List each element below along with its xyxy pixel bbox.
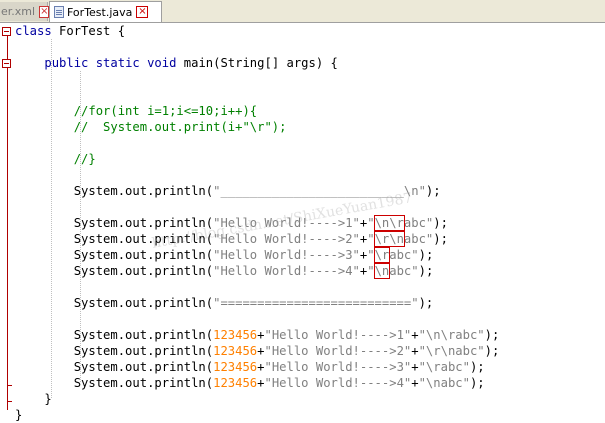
code-token: System.out.println( bbox=[15, 328, 214, 342]
code-token: // System.out.print(i+"\r"); bbox=[15, 120, 287, 134]
code-line[interactable]: System.out.println(123456+"Hello World!-… bbox=[15, 327, 500, 343]
code-token: ); bbox=[418, 296, 434, 310]
fold-collapse-icon[interactable] bbox=[2, 59, 11, 68]
highlighted-escape: \n\r bbox=[373, 215, 405, 231]
fold-end-marker bbox=[7, 385, 12, 386]
code-token: "Hello World!---->3" bbox=[213, 248, 360, 262]
code-line[interactable]: System.out.println(123456+"Hello World!-… bbox=[15, 375, 485, 391]
highlighted-escape: \r bbox=[373, 247, 391, 263]
code-token: ForTest { bbox=[51, 24, 126, 38]
code-token: ); bbox=[425, 184, 441, 198]
code-line[interactable]: System.out.println("Hello World!---->4"+… bbox=[15, 263, 433, 279]
close-icon[interactable]: × bbox=[39, 5, 50, 18]
code-line[interactable]: //} bbox=[15, 151, 96, 167]
code-line[interactable]: System.out.println("Hello World!---->3"+… bbox=[15, 247, 433, 263]
code-token: "_________________________\n" bbox=[213, 184, 426, 198]
code-token: "Hello World!---->2" bbox=[213, 232, 360, 246]
code-token: System.out.println( bbox=[15, 360, 214, 374]
code-token: " bbox=[367, 232, 375, 246]
code-token: } bbox=[15, 408, 23, 422]
code-token: + bbox=[257, 360, 265, 374]
code-token: main(String[] args) { bbox=[176, 56, 338, 70]
code-token: + bbox=[411, 344, 419, 358]
code-token: abc" bbox=[389, 248, 419, 262]
code-token: ); bbox=[469, 376, 485, 390]
code-token: abc" bbox=[389, 264, 419, 278]
code-token: 123456 bbox=[213, 376, 258, 390]
code-token: //for(int i=1;i<=10;i++){ bbox=[15, 104, 258, 118]
code-token: "\r\nabc" bbox=[418, 344, 485, 358]
code-line[interactable]: //for(int i=1;i<=10;i++){ bbox=[15, 103, 257, 119]
code-token: class bbox=[15, 24, 52, 38]
code-token: + bbox=[411, 376, 419, 390]
code-token: + bbox=[257, 328, 265, 342]
highlighted-escape: \r\n bbox=[373, 231, 405, 247]
code-token: ); bbox=[433, 232, 448, 246]
code-token: System.out.println( bbox=[15, 344, 214, 358]
code-token: "Hello World!---->3" bbox=[264, 360, 412, 374]
file-icon bbox=[54, 6, 64, 18]
code-token: System.out.println( bbox=[15, 216, 214, 230]
tab-label: ForTest.java bbox=[67, 5, 133, 19]
code-line[interactable]: // System.out.print(i+"\r"); bbox=[15, 119, 287, 135]
code-token: abc" bbox=[403, 232, 434, 246]
code-token: ); bbox=[469, 360, 485, 374]
tab-label: er.xml bbox=[1, 5, 36, 18]
fold-margin bbox=[0, 23, 14, 412]
code-line[interactable]: } bbox=[15, 391, 52, 407]
code-token: " bbox=[367, 248, 375, 262]
code-line[interactable]: } bbox=[15, 407, 22, 423]
code-line[interactable]: System.out.println("====================… bbox=[15, 295, 434, 311]
tab-bar: er.xml × ForTest.java × bbox=[0, 0, 605, 23]
code-token: + bbox=[411, 328, 419, 342]
code-token: ); bbox=[418, 264, 434, 278]
code-token: + bbox=[257, 376, 265, 390]
code-token: ); bbox=[484, 328, 500, 342]
fold-line bbox=[7, 33, 8, 410]
code-line[interactable]: System.out.println("____________________… bbox=[15, 183, 441, 199]
code-token: "\rabc" bbox=[418, 360, 470, 374]
code-token: ); bbox=[433, 216, 448, 230]
code-token: "Hello World!---->4" bbox=[213, 264, 360, 278]
tab-er-xml[interactable]: er.xml × bbox=[0, 2, 50, 21]
code-token: + bbox=[257, 344, 265, 358]
code-line[interactable]: System.out.println("Hello World!---->1"+… bbox=[15, 215, 448, 231]
code-token: "Hello World!---->4" bbox=[264, 376, 412, 390]
code-token: "==========================" bbox=[213, 296, 419, 310]
code-token: System.out.println( bbox=[15, 232, 214, 246]
code-token: " bbox=[367, 264, 375, 278]
tab-fortest-java[interactable]: ForTest.java × bbox=[49, 1, 162, 22]
code-token: public static void bbox=[44, 56, 177, 70]
code-token: System.out.println( bbox=[15, 296, 214, 310]
code-token: 123456 bbox=[213, 344, 258, 358]
code-token: + bbox=[411, 360, 419, 374]
highlighted-escape: \n bbox=[373, 263, 391, 279]
code-token: ); bbox=[418, 248, 434, 262]
fold-end-marker bbox=[7, 401, 12, 402]
code-token: "\n\rabc" bbox=[418, 328, 485, 342]
code-token: "\nabc" bbox=[418, 376, 470, 390]
code-token: "Hello World!---->1" bbox=[264, 328, 412, 342]
fold-collapse-icon[interactable] bbox=[2, 27, 11, 36]
code-token: abc" bbox=[403, 216, 434, 230]
code-token: " bbox=[367, 216, 375, 230]
code-line[interactable]: class ForTest { bbox=[15, 23, 125, 39]
code-token: ); bbox=[484, 344, 500, 358]
code-line[interactable]: System.out.println(123456+"Hello World!-… bbox=[15, 343, 500, 359]
code-token: "Hello World!---->2" bbox=[264, 344, 412, 358]
code-token: System.out.println( bbox=[15, 184, 214, 198]
code-token: System.out.println( bbox=[15, 248, 214, 262]
close-icon[interactable]: × bbox=[136, 6, 149, 18]
code-line[interactable]: System.out.println("Hello World!---->2"+… bbox=[15, 231, 448, 247]
code-token: //} bbox=[15, 152, 96, 166]
code-line[interactable]: System.out.println(123456+"Hello World!-… bbox=[15, 359, 485, 375]
code-token: System.out.println( bbox=[15, 264, 214, 278]
code-token: 123456 bbox=[213, 360, 258, 374]
code-line[interactable]: public static void main(String[] args) { bbox=[15, 55, 338, 71]
code-token: 123456 bbox=[213, 328, 258, 342]
code-token: System.out.println( bbox=[15, 376, 214, 390]
code-token: } bbox=[15, 392, 52, 406]
code-token: "Hello World!---->1" bbox=[213, 216, 360, 230]
